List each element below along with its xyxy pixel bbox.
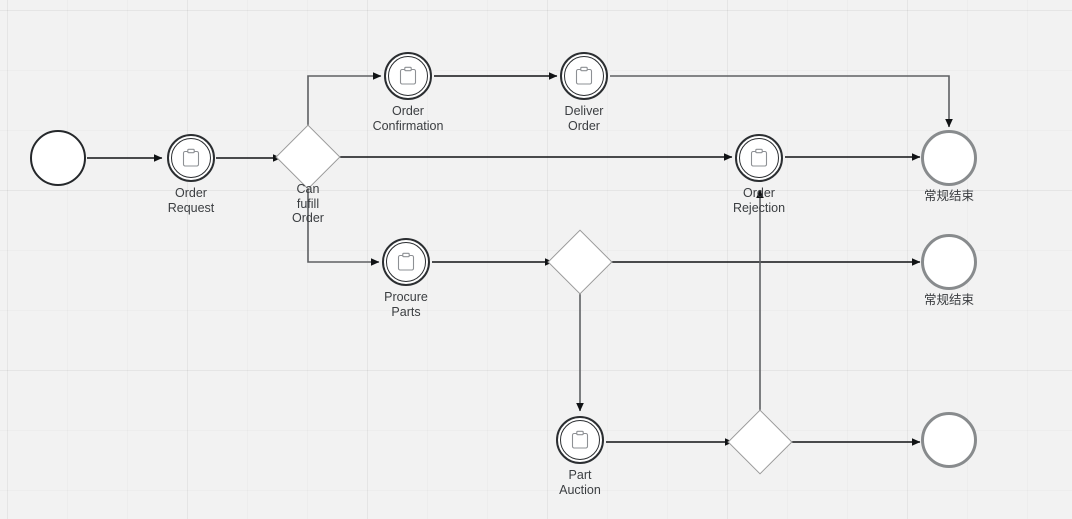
end-event-top[interactable] (921, 130, 977, 186)
task-order-request[interactable] (167, 134, 215, 182)
edge-gateway-to-procure-parts (307, 181, 380, 266)
clipboard-icon (395, 251, 417, 273)
process-diagram-canvas[interactable]: Order Request Can fufill Order Order Con… (0, 0, 1072, 519)
task-order-confirmation[interactable] (384, 52, 432, 100)
task-part-auction[interactable] (556, 416, 604, 464)
clipboard-icon (573, 65, 595, 87)
start-event[interactable] (30, 130, 86, 186)
clipboard-icon (748, 147, 770, 169)
task-deliver-order[interactable] (560, 52, 608, 100)
edge-gateway-to-order-confirmation (307, 72, 382, 134)
clipboard-icon (397, 65, 419, 87)
task-order-rejection[interactable] (735, 134, 783, 182)
end-event-bottom[interactable] (921, 412, 977, 468)
end-event-middle[interactable] (921, 234, 977, 290)
edge-layer (87, 72, 953, 446)
edge-deliver-order-to-end-top (610, 75, 953, 128)
clipboard-icon (569, 429, 591, 451)
clipboard-icon (180, 147, 202, 169)
task-procure-parts[interactable] (382, 238, 430, 286)
